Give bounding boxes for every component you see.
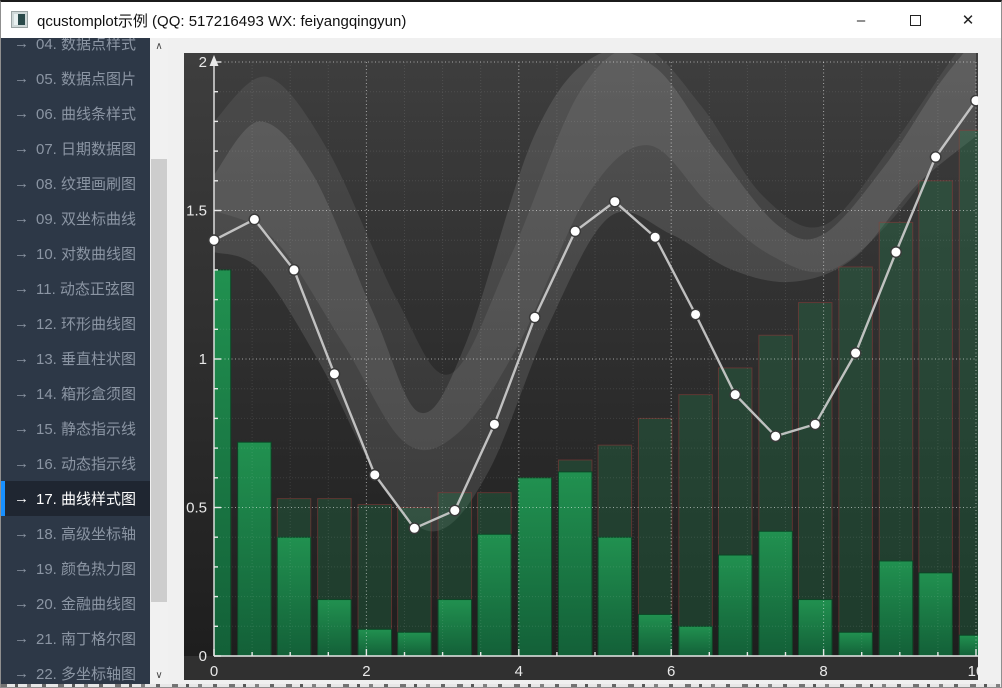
sidebar-item-21[interactable]: → 21. 南丁格尔图	[1, 621, 150, 656]
sidebar-item-09[interactable]: → 09. 双坐标曲线	[1, 201, 150, 236]
sidebar-item-label: 11. 动态正弦图	[36, 278, 135, 299]
arrow-right-icon: →	[14, 455, 29, 472]
svg-text:1: 1	[199, 351, 207, 368]
sidebar-item-07[interactable]: → 07. 日期数据图	[1, 131, 150, 166]
svg-text:10: 10	[968, 663, 978, 680]
svg-text:8: 8	[819, 663, 827, 680]
sidebar-item-label: 08. 纹理画刷图	[36, 173, 136, 194]
sidebar-item-label: 17. 曲线样式图	[36, 488, 136, 509]
arrow-right-icon: →	[14, 630, 29, 647]
svg-text:0: 0	[210, 663, 218, 680]
sidebar-item-label: 10. 对数曲线图	[36, 243, 136, 264]
arrow-right-icon: →	[14, 525, 29, 542]
sidebar-menu: → 04. 数据点样式 → 05. 数据点图片 → 06. 曲线条样式 → 07. 日期数据图…	[1, 38, 150, 684]
sidebar-item-label: 15. 静态指示线	[36, 418, 136, 439]
axis-label-strip	[184, 656, 978, 680]
sidebar-item-06[interactable]: → 06. 曲线条样式	[1, 96, 150, 131]
arrow-right-icon: →	[14, 140, 29, 157]
sidebar-item-10[interactable]: → 10. 对数曲线图	[1, 236, 150, 271]
arrow-right-icon: →	[14, 210, 29, 227]
arrow-right-icon: →	[14, 490, 29, 507]
svg-text:2: 2	[199, 54, 207, 71]
chevron-up-icon: ∧	[155, 41, 162, 52]
svg-text:1.5: 1.5	[186, 203, 207, 220]
curve-style-chart[interactable]: 0 0.5 1 1.5 2 0 2 4 6 8 10	[184, 53, 978, 680]
arrow-right-icon: →	[14, 595, 29, 612]
sidebar-item-13[interactable]: → 13. 垂直柱状图	[1, 341, 150, 376]
arrow-right-icon: →	[14, 105, 29, 122]
app-window: qcustomplot示例 (QQ: 517216493 WX: feiyang…	[0, 0, 1002, 688]
sidebar-scrollbar[interactable]: ∧ ∨	[150, 38, 168, 684]
arrow-right-icon: →	[14, 245, 29, 262]
app-icon	[11, 11, 28, 28]
sidebar-item-label: 09. 双坐标曲线	[36, 208, 136, 229]
arrow-right-icon: →	[14, 560, 29, 577]
sidebar-item-label: 12. 环形曲线图	[36, 313, 136, 334]
sidebar-item-12[interactable]: → 12. 环形曲线图	[1, 306, 150, 341]
scrollbar-thumb[interactable]	[151, 159, 167, 602]
sidebar-item-label: 20. 金融曲线图	[36, 593, 136, 614]
arrow-right-icon: →	[14, 315, 29, 332]
arrow-right-icon: →	[14, 70, 29, 87]
sidebar-item-16[interactable]: → 16. 动态指示线	[1, 446, 150, 481]
svg-text:4: 4	[515, 663, 523, 680]
sidebar-item-label: 19. 颜色热力图	[36, 558, 136, 579]
arrow-right-icon: →	[14, 350, 29, 367]
minimize-button[interactable]: –	[836, 2, 886, 38]
sidebar-item-label: 05. 数据点图片	[36, 68, 136, 89]
arrow-right-icon: →	[14, 665, 29, 682]
window-title: qcustomplot示例 (QQ: 517216493 WX: feiyang…	[37, 10, 406, 31]
sidebar-item-label: 18. 高级坐标轴	[36, 523, 136, 544]
sidebar-item-04[interactable]: → 04. 数据点样式	[1, 38, 150, 61]
svg-text:0.5: 0.5	[186, 500, 207, 517]
close-button[interactable]: ✕	[943, 2, 993, 38]
sidebar-item-22[interactable]: → 22. 多坐标轴图	[1, 656, 150, 684]
sidebar-item-label: 16. 动态指示线	[36, 453, 136, 474]
scrollbar-up-button[interactable]: ∧	[150, 38, 168, 55]
arrow-right-icon: →	[14, 280, 29, 297]
arrow-right-icon: →	[14, 420, 29, 437]
svg-text:6: 6	[667, 663, 675, 680]
sidebar-item-label: 07. 日期数据图	[36, 138, 136, 159]
sidebar-item-08[interactable]: → 08. 纹理画刷图	[1, 166, 150, 201]
sidebar-item-15[interactable]: → 15. 静态指示线	[1, 411, 150, 446]
sidebar-item-label: 21. 南丁格尔图	[36, 628, 136, 649]
maximize-button[interactable]	[890, 2, 940, 38]
sidebar-item-label: 06. 曲线条样式	[36, 103, 136, 124]
clipped-background-text-strip	[1, 684, 1002, 688]
sidebar-item-20[interactable]: → 20. 金融曲线图	[1, 586, 150, 621]
chart-canvas[interactable]: 0 0.5 1 1.5 2 0 2 4 6 8 10	[184, 53, 978, 680]
sidebar-menu-list: → 04. 数据点样式 → 05. 数据点图片 → 06. 曲线条样式 → 07. 日期数据图…	[1, 38, 150, 684]
sidebar-item-label: 04. 数据点样式	[36, 38, 136, 54]
sidebar-item-05[interactable]: → 05. 数据点图片	[1, 61, 150, 96]
arrow-right-icon: →	[14, 385, 29, 402]
sidebar-item-17[interactable]: → 17. 曲线样式图	[1, 481, 150, 516]
svg-text:0: 0	[199, 648, 207, 665]
sidebar-item-label: 14. 箱形盒须图	[36, 383, 136, 404]
close-icon: ✕	[962, 11, 975, 29]
sidebar-item-label: 22. 多坐标轴图	[36, 663, 136, 684]
scrollbar-down-button[interactable]: ∨	[150, 667, 168, 684]
arrow-right-icon: →	[14, 38, 29, 52]
arrow-right-icon: →	[14, 175, 29, 192]
sidebar-item-11[interactable]: → 11. 动态正弦图	[1, 271, 150, 306]
sidebar-item-14[interactable]: → 14. 箱形盒须图	[1, 376, 150, 411]
maximize-icon	[910, 15, 921, 26]
sidebar-item-18[interactable]: → 18. 高级坐标轴	[1, 516, 150, 551]
minimize-icon: –	[857, 12, 865, 29]
sidebar-item-label: 13. 垂直柱状图	[36, 348, 136, 369]
chevron-down-icon: ∨	[155, 670, 162, 681]
title-bar: qcustomplot示例 (QQ: 517216493 WX: feiyang…	[1, 2, 1001, 38]
app-icon-highlight	[14, 14, 18, 25]
sidebar-item-19[interactable]: → 19. 颜色热力图	[1, 551, 150, 586]
svg-text:2: 2	[362, 663, 370, 680]
